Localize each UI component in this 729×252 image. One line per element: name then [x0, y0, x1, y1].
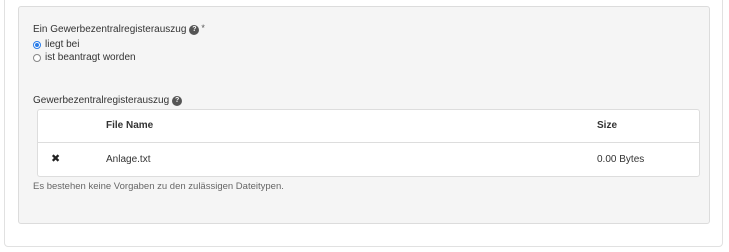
table-row: ✖ Anlage.txt 0.00 Bytes: [38, 143, 699, 177]
file-size-cell: 0.00 Bytes: [597, 154, 645, 165]
file-name-cell: Anlage.txt: [106, 154, 151, 165]
close-icon[interactable]: ✖: [51, 152, 60, 165]
table-header: File Name Size: [38, 110, 699, 143]
radio-button[interactable]: [33, 53, 41, 62]
outer-card: Ein Gewerbezentralregisterauszug ? * lie…: [4, 0, 723, 247]
question-circle-icon[interactable]: ?: [172, 95, 183, 106]
upload-label-text: Gewerbezentralregisterauszug: [33, 95, 170, 106]
radio-button-checked[interactable]: [33, 40, 41, 49]
form-panel: Ein Gewerbezentralregisterauszug ? * lie…: [18, 6, 710, 224]
column-header-size: Size: [597, 120, 618, 131]
radio-label: ist beantragt worden: [45, 52, 136, 63]
required-marker: *: [201, 22, 205, 33]
question-circle-icon[interactable]: ?: [189, 24, 200, 35]
file-type-hint: Es bestehen keine Vorgaben zu den zuläss…: [33, 181, 284, 192]
question-text: Ein Gewerbezentralregisterauszug: [33, 24, 187, 35]
column-header-file-name: File Name: [106, 120, 154, 131]
file-table: File Name Size ✖ Anlage.txt 0.00 Bytes: [37, 109, 700, 177]
upload-label: Gewerbezentralregisterauszug ?: [33, 95, 183, 106]
radio-option-beantragt[interactable]: ist beantragt worden: [33, 52, 136, 63]
radio-label: liegt bei: [45, 39, 80, 50]
radio-option-liegt-bei[interactable]: liegt bei: [33, 39, 79, 50]
question-label: Ein Gewerbezentralregisterauszug ? *: [33, 22, 205, 36]
